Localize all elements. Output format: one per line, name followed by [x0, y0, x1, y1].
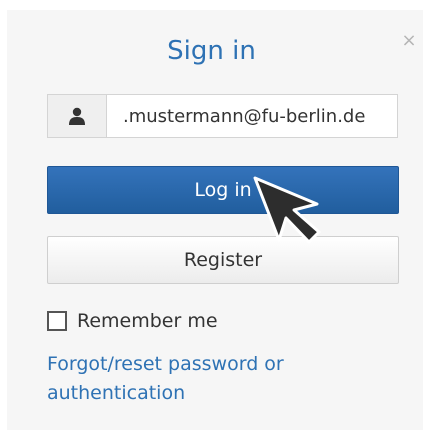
remember-me-label: Remember me: [77, 310, 218, 332]
remember-me-checkbox[interactable]: [47, 311, 67, 331]
username-field-group: [47, 94, 398, 138]
login-button[interactable]: Log in: [47, 166, 399, 214]
dialog-title: Sign in: [167, 36, 256, 66]
user-icon: [48, 95, 107, 137]
register-button[interactable]: Register: [47, 236, 399, 284]
forgot-password-link[interactable]: Forgot/reset password or authentication: [47, 350, 347, 408]
close-icon[interactable]: ×: [400, 32, 418, 50]
username-input[interactable]: [107, 95, 397, 137]
remember-me-row[interactable]: Remember me: [47, 310, 218, 332]
mouse-pointer-icon: [251, 174, 323, 250]
